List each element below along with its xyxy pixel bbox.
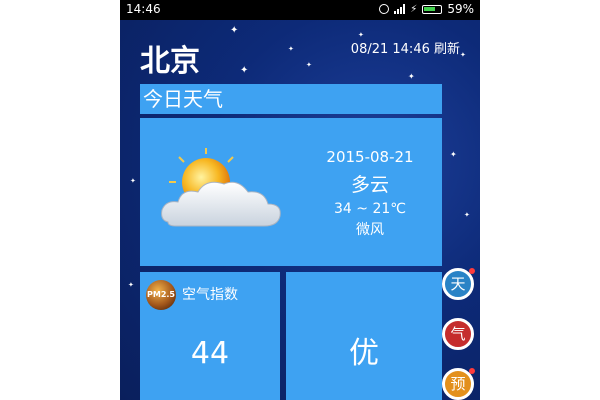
status-icons: ⚡ 59% [379,2,474,16]
today-weather-title: 今日天气 [140,84,442,114]
partly-cloudy-icon [161,148,281,227]
today-temperature: 34 ~ 21℃ [334,201,406,217]
side-button-forecast[interactable]: 预 [442,368,475,400]
pm25-icon: PM2.5 [146,280,176,310]
today-weather-info: 2015-08-21 多云 34 ~ 21℃ 微风 [310,148,430,239]
today-date: 2015-08-21 [326,148,414,166]
notification-dot-icon [469,368,475,374]
notification-dot-icon [469,268,475,274]
star-icon: ✦ [408,72,415,81]
battery-percent: 59% [447,2,474,16]
city-name[interactable]: 北京 [140,36,200,80]
today-wind: 微风 [356,222,384,238]
side-button-weather[interactable]: 天 [442,268,475,300]
air-index-title: 空气指数 [182,287,238,303]
status-bar: 14:46 ⚡ 59% [120,0,480,20]
star-icon: ✦ [130,177,136,185]
charging-icon: ⚡ [410,3,418,15]
air-index-value: 44 [190,336,230,371]
battery-icon [422,4,443,14]
signal-icon [394,4,406,14]
status-time: 14:46 [126,2,161,16]
side-button-qi[interactable]: 气 [442,318,474,350]
star-icon: ✦ [240,65,249,76]
side-button-label: 预 [450,375,466,393]
today-condition: 多云 [350,174,389,196]
star-icon: ✦ [460,51,466,59]
star-icon: ✦ [464,211,470,219]
star-icon: ✦ [128,281,134,289]
star-icon: ✦ [306,61,312,69]
weather-app-screen: 14:46 ⚡ 59% ✦ ✦ ✦ ✦ ✦ ✦ ✦ ✦ ✦ ✦ ✦ 北京 08/… [120,0,480,400]
today-weather-card[interactable]: 2015-08-21 多云 34 ~ 21℃ 微风 [140,118,442,266]
star-icon: ✦ [288,45,294,53]
air-index-card[interactable]: PM2.5 空气指数 44 [140,272,280,400]
side-button-label: 气 [450,325,466,343]
side-button-label: 天 [450,275,466,293]
star-icon: ✦ [230,25,239,36]
alarm-icon [379,4,390,14]
refresh-button[interactable]: 08/21 14:46 刷新 [351,38,460,57]
star-icon: ✦ [450,150,457,159]
air-quality-card[interactable]: 优 [286,272,442,400]
air-quality-value: 优 [349,336,379,371]
